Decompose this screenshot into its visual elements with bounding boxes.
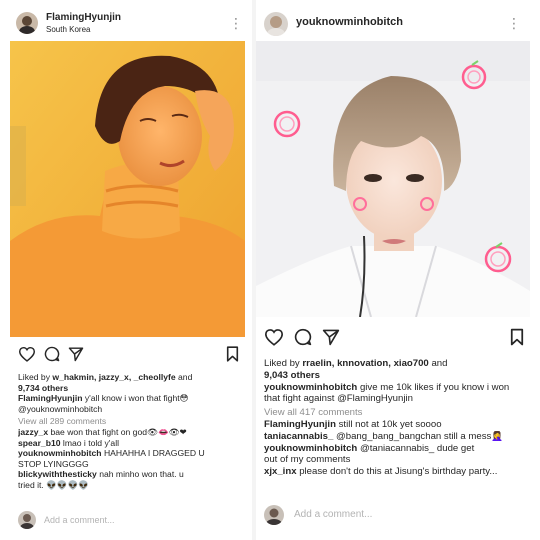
post-text: Liked by rraelin, knnovation, xiao700 an… [264,358,536,478]
heart-icon[interactable] [18,346,36,367]
post-header: youknowminhobitch ⋮ [256,10,540,38]
view-comments-link[interactable]: View all 417 comments [264,407,536,419]
comment-icon[interactable] [44,346,60,367]
comment-text: HAHAHHA I DRAGGED U [103,448,205,459]
view-comments-link[interactable]: View all 289 comments [18,416,246,427]
facepalm-emoji: 🤦‍♀️ [491,430,504,442]
comment-user[interactable]: spear_b10 [18,438,61,448]
comment: spear_b10 lmao i told y'all [18,438,246,449]
share-icon[interactable] [322,328,340,351]
caption-continuation: that fight against @FlamingHyunjin [264,393,413,405]
post-header: FlamingHyunjin South Korea ⋮ [0,10,252,38]
add-comment-row[interactable]: Add a comment... [0,511,252,531]
caption-user[interactable]: FlamingHyunjin [18,393,82,403]
username[interactable]: youknowminhobitch [296,16,403,28]
comment-text: still not at 10k yet soooo [338,418,442,430]
more-icon[interactable]: ⋮ [229,16,243,30]
likes-prefix: Liked by [18,372,51,382]
likes-and: and [431,358,448,369]
more-icon[interactable]: ⋮ [507,16,521,30]
post-right: youknowminhobitch ⋮ Liked by rraelin, kn… [256,0,540,540]
location[interactable]: South Korea [46,25,90,34]
avatar[interactable] [264,12,288,36]
likes-prefix: Liked by [264,358,300,369]
comment-text: bae won that fight on god [50,426,148,437]
add-comment-input[interactable]: Add a comment... [44,515,115,525]
avatar [264,505,284,525]
comment-user[interactable]: jazzy_x [18,427,48,437]
caption-user[interactable]: youknowminhobitch [264,382,357,393]
actions-bar [264,328,524,352]
comment-user[interactable]: blickywiththesticky [18,469,97,479]
likes-and: and [178,372,193,382]
comment: youknowminhobitch HAHAHHA I DRAGGED U [18,448,246,459]
comment-user[interactable]: xjx_inx [264,466,297,477]
alien-emoji: 👽👽👽👽 [46,479,89,490]
comment: xjx_inx please don't do this at Jisung's… [264,466,536,478]
bookmark-icon[interactable] [226,346,239,367]
comment-user[interactable]: youknowminhobitch [264,443,357,454]
comment-continuation: tried it. 👽👽👽👽 [18,480,246,491]
bookmark-icon[interactable] [510,328,524,351]
likes-line[interactable]: Liked by w_hakmin, jazzy_x, _cheollyfe a… [18,372,246,383]
comment-text: nah minho won that. u [99,469,184,480]
comment-text-cont: tried it. [18,479,44,490]
likes-users[interactable]: rraelin, knnovation, xiao700 [302,358,428,369]
comment-text: please don't do this at Jisung's birthda… [299,466,498,478]
likes-users[interactable]: w_hakmin, jazzy_x, _cheollyfe [52,372,175,382]
username[interactable]: FlamingHyunjin [46,12,121,23]
comment-text: @bang_bang_bangchan still a mess [336,430,492,442]
comment-user[interactable]: taniacannabis_ [264,431,333,442]
likes-count[interactable]: 9,734 others [18,383,246,394]
eyes-mouth-heart-emoji: 👁👄👁❤ [147,426,187,437]
comment-user[interactable]: FlamingHyunjin [264,419,336,430]
heart-icon[interactable] [264,328,284,351]
add-comment-row[interactable]: Add a comment... [256,505,540,527]
likes-count[interactable]: 9,043 others [264,370,536,382]
comment: FlamingHyunjin still not at 10k yet sooo… [264,419,536,431]
comment: taniacannabis_ @bang_bang_bangchan still… [264,431,536,443]
likes-line[interactable]: Liked by rraelin, knnovation, xiao700 an… [264,358,536,370]
comment: blickywiththesticky nah minho won that. … [18,469,246,480]
caption-mention[interactable]: @youknowminhobitch [18,404,246,415]
avatar[interactable] [16,12,38,34]
flushed-emoji: 😳 [179,393,189,404]
comment-continuation: STOP LYINGGGG [18,458,89,469]
caption: youknowminhobitch give me 10k likes if y… [264,382,536,394]
comment-text: lmao i told y'all [62,437,120,448]
actions-bar [18,346,239,370]
comment-user[interactable]: youknowminhobitch [18,448,102,458]
avatar [18,511,36,529]
share-icon[interactable] [68,346,84,367]
comment-text: @taniacannabis_ dude get [359,442,475,454]
comment-icon[interactable] [294,328,312,351]
post-photo[interactable] [10,41,245,337]
comment: youknowminhobitch @taniacannabis_ dude g… [264,443,536,455]
post-left: FlamingHyunjin South Korea ⋮ Liked by w_… [0,0,252,540]
comment-continuation: out of my comments [264,454,351,466]
caption-text: give me 10k likes if you know i won [359,381,510,393]
caption: FlamingHyunjin y'all know i won that fig… [18,393,246,404]
comment: jazzy_x bae won that fight on god👁👄👁❤ [18,427,246,438]
add-comment-input[interactable]: Add a comment... [294,509,372,520]
post-text: Liked by w_hakmin, jazzy_x, _cheollyfe a… [18,372,246,491]
post-photo[interactable] [256,41,530,317]
caption-text: y'all know i won that fight [84,393,180,404]
